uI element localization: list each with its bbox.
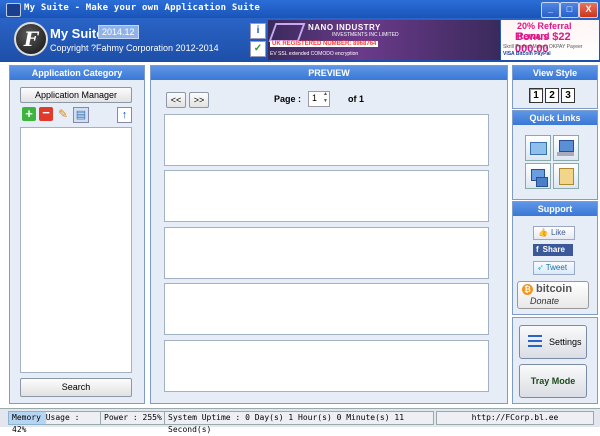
network-icon-2 [536, 177, 548, 187]
preview-title: PREVIEW [151, 66, 507, 80]
next-page-button[interactable]: >> [189, 92, 209, 108]
view-style-title: View Style [513, 66, 597, 80]
computer-icon [559, 140, 574, 152]
memory-usage-status: Memory Usage : 42% [8, 411, 101, 434]
documents-icon [530, 142, 547, 155]
like-label: Like [550, 228, 566, 237]
payment-logos-2: VISA Bitcoin PayPal [503, 51, 551, 57]
quick-links-title: Quick Links [513, 111, 597, 125]
payment-logos-1: Skrill Perfect Money OKPAY Payeer [503, 44, 583, 50]
quick-link-computer-icon[interactable] [553, 135, 579, 161]
copyright-text: Copyright ?Fahmy Corporation 2012-2014 [50, 43, 219, 53]
thumbs-up-icon: 👍 [538, 228, 548, 237]
page-stepper[interactable]: 1 ▲ ▼ [308, 91, 330, 107]
stepper-arrows-icon[interactable]: ▲ ▼ [323, 91, 328, 105]
bitcoin-icon: ₿ [522, 284, 533, 295]
ad-subtitle: INVESTMENTS INC LIMITED [332, 32, 399, 38]
page-label: Page : [274, 94, 302, 104]
title-bar[interactable]: My Suite - Make your own Application Sui… [0, 0, 600, 18]
facebook-like-button[interactable]: 👍 Like [533, 226, 575, 240]
shield-icon[interactable]: ✓ [250, 41, 266, 57]
preview-slot-1[interactable] [164, 114, 489, 166]
donate-label: Donate [530, 296, 560, 306]
edit-icon[interactable]: ✎ [56, 107, 70, 121]
settings-button[interactable]: Settings [519, 325, 587, 359]
up-arrow-icon[interactable]: ↑ [117, 107, 132, 123]
tweet-label: Tweet [545, 263, 568, 272]
close-button[interactable]: X [579, 2, 598, 18]
minimize-button[interactable]: _ [541, 2, 560, 18]
page-total: of 1 [348, 94, 365, 104]
copy-icon[interactable]: ▤ [73, 107, 89, 123]
facebook-icon: f [536, 245, 539, 254]
tray-mode-button[interactable]: Tray Mode [519, 364, 587, 398]
settings-label: Settings [549, 337, 582, 347]
quick-link-documents-icon[interactable] [525, 135, 551, 161]
website-url[interactable]: http://FCorp.bl.ee [436, 411, 594, 425]
support-title: Support [513, 202, 597, 216]
preview-slot-3[interactable] [164, 227, 489, 279]
nano-logo-icon [268, 23, 306, 42]
quick-link-network-icon[interactable] [525, 163, 551, 189]
remove-icon[interactable]: − [39, 106, 53, 121]
settings-icon [528, 335, 542, 337]
uptime-status: System Uptime : 0 Day(s) 1 Hour(s) 0 Min… [164, 411, 434, 434]
maximize-button[interactable]: □ [560, 2, 579, 18]
app-icon [6, 3, 21, 17]
prev-page-button[interactable]: << [166, 92, 186, 108]
page-value: 1 [312, 93, 318, 103]
ad-banner-referral[interactable]: 20% Referral Reward Bonus $22 000.00 Skr… [501, 20, 599, 60]
ad-banner-nano-industry[interactable]: NANO INDUSTRY INVESTMENTS INC LIMITED UK… [268, 20, 500, 60]
preview-slot-4[interactable] [164, 283, 489, 335]
app-logo: F [14, 22, 48, 56]
info-icon[interactable]: i [250, 23, 266, 39]
preview-slot-5[interactable] [164, 340, 489, 392]
quick-link-control-panel-icon[interactable] [553, 163, 579, 189]
view-style-3-button[interactable]: 3 [561, 88, 575, 103]
category-list[interactable] [20, 127, 132, 373]
window-title: My Suite - Make your own Application Sui… [24, 3, 260, 13]
control-panel-icon [559, 168, 574, 185]
twitter-bird-icon: ➶ [537, 263, 544, 272]
power-status: Power : 255% [100, 411, 166, 425]
category-panel-title: Application Category [10, 66, 144, 80]
facebook-share-button[interactable]: f Share [533, 244, 573, 256]
ad-ssl: EV SSL extended COMODO encryption [270, 51, 359, 57]
bitcoin-label: bitcoin [536, 283, 573, 295]
view-style-1-button[interactable]: 1 [529, 88, 543, 103]
version-badge: 2014.12 [98, 25, 139, 39]
ad-title: NANO INDUSTRY [308, 23, 381, 32]
app-name: My Suite [50, 26, 104, 41]
search-button[interactable]: Search [20, 378, 132, 397]
bitcoin-donate-button[interactable]: ₿ bitcoin Donate [517, 281, 589, 309]
share-label: Share [542, 245, 565, 254]
application-manager-button[interactable]: Application Manager [20, 87, 132, 103]
status-bar: Memory Usage : 42% Power : 255% System U… [0, 408, 600, 434]
preview-slot-2[interactable] [164, 170, 489, 222]
ad-registered: UK REGISTERED NUMBER: 8968764 [270, 41, 379, 47]
view-style-2-button[interactable]: 2 [545, 88, 559, 103]
computer-base [557, 152, 574, 156]
add-icon[interactable]: + [22, 107, 36, 121]
tweet-button[interactable]: ➶ Tweet [533, 261, 575, 275]
